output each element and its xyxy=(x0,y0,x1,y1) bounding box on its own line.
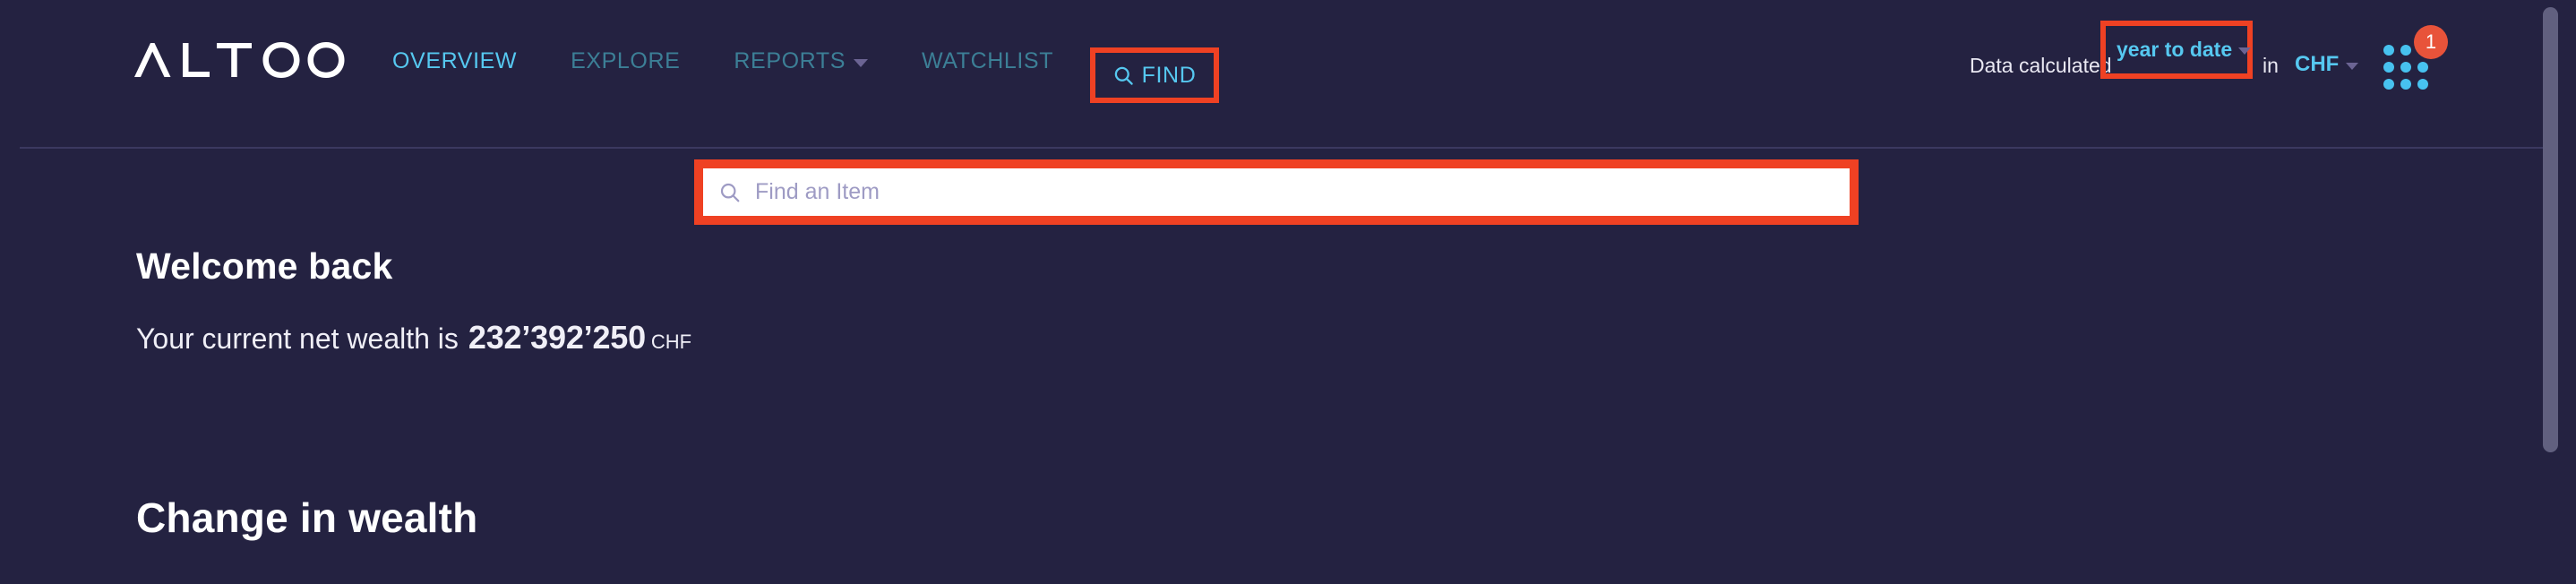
welcome-heading: Welcome back xyxy=(136,245,393,287)
nav-item-overview[interactable]: OVERVIEW xyxy=(392,48,517,74)
net-wealth-currency: CHF xyxy=(650,331,692,353)
apps-grid-button[interactable]: 1 xyxy=(2383,25,2448,90)
nav-item-watchlist[interactable]: WATCHLIST xyxy=(922,48,1053,74)
find-button-highlight: FIND xyxy=(1090,47,1219,103)
chevron-down-icon xyxy=(2238,47,2252,55)
page-scrollbar-thumb[interactable] xyxy=(2543,7,2558,452)
altoo-logo[interactable] xyxy=(133,39,376,81)
grid-dot-icon xyxy=(2400,62,2411,73)
net-wealth-amount: 232’392’250 xyxy=(468,319,646,356)
grid-dot-icon xyxy=(2417,62,2428,73)
data-calculated-label: Data calculated xyxy=(1970,54,2112,77)
grid-dot-icon xyxy=(2400,45,2411,56)
search-icon xyxy=(720,183,740,202)
header-divider xyxy=(20,147,2555,149)
chevron-down-icon xyxy=(854,58,869,67)
grid-dot-icon xyxy=(2383,79,2394,90)
page-scrollbar-track[interactable] xyxy=(2543,0,2571,584)
in-label: in xyxy=(2263,54,2279,77)
search-icon xyxy=(1114,66,1133,85)
change-in-wealth-heading: Change in wealth xyxy=(136,494,478,541)
period-selector-value: year to date xyxy=(2117,38,2233,61)
grid-dot-icon xyxy=(2383,62,2394,73)
app-header: OVERVIEW EXPLORE REPORTS WATCHLIST FIND … xyxy=(0,0,2576,149)
grid-dot-icon xyxy=(2400,79,2411,90)
chevron-down-icon xyxy=(2346,62,2359,70)
grid-dot-icon xyxy=(2383,45,2394,56)
primary-navigation: OVERVIEW EXPLORE REPORTS WATCHLIST xyxy=(392,41,1107,81)
currency-selector-value: CHF xyxy=(2295,52,2340,76)
nav-item-reports[interactable]: REPORTS xyxy=(734,47,869,74)
find-button[interactable]: FIND xyxy=(1113,63,1197,89)
period-selector[interactable]: year to date xyxy=(2117,38,2252,62)
net-wealth-lead: Your current net wealth is xyxy=(136,322,459,355)
nav-item-label: EXPLORE xyxy=(571,47,681,73)
period-selector-highlight: year to date xyxy=(2100,21,2253,79)
nav-item-label: WATCHLIST xyxy=(922,47,1054,73)
net-wealth-summary: Your current net wealth is 232’392’250 C… xyxy=(136,319,691,356)
altoo-wordmark-icon xyxy=(134,42,345,78)
nav-item-label: REPORTS xyxy=(734,47,846,73)
nav-item-label: OVERVIEW xyxy=(392,47,518,73)
search-bar-highlight xyxy=(694,159,1859,225)
search-input[interactable] xyxy=(755,168,1773,216)
notification-badge: 1 xyxy=(2414,25,2448,59)
nav-item-explore[interactable]: EXPLORE xyxy=(571,48,680,74)
currency-selector[interactable]: CHF xyxy=(2295,52,2359,77)
search-bar[interactable] xyxy=(703,168,1850,216)
grid-dot-icon xyxy=(2417,79,2428,90)
find-button-label: FIND xyxy=(1141,62,1197,88)
header-right-controls: Data calculated year to date in CHF 1 xyxy=(1949,0,2576,149)
